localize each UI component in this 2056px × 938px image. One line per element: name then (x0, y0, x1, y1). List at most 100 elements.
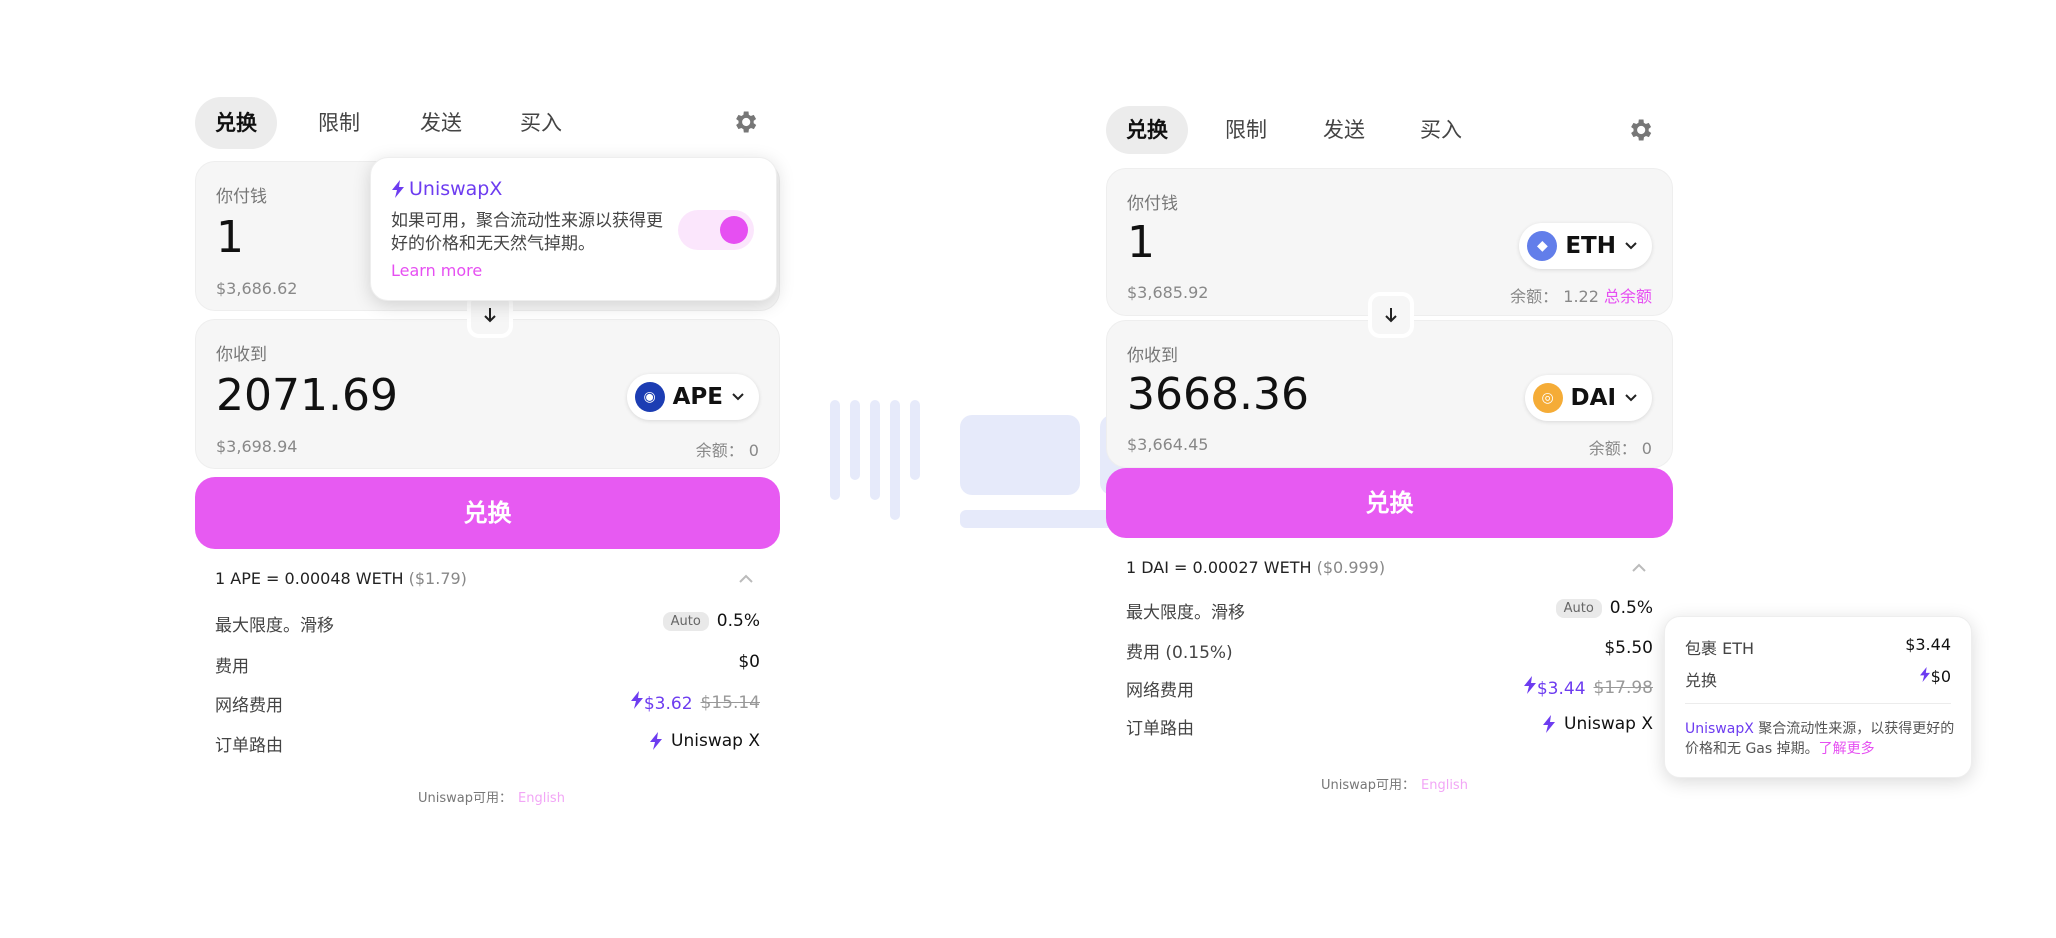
rate-usd: ($0.999) (1316, 558, 1386, 577)
slippage-auto-badge[interactable]: Auto (662, 611, 709, 631)
token-name: ETH (1565, 233, 1616, 259)
token-name: APE (672, 384, 723, 410)
receive-card[interactable]: 你收到 3668.36 ◎ DAI $3,664.45 余额： 0 (1106, 320, 1673, 468)
slippage-value: 0.5% (1609, 598, 1653, 618)
tab-limit[interactable]: 限制 (1205, 106, 1287, 154)
token-selector-eth[interactable]: ◆ ETH (1519, 223, 1652, 269)
tab-send[interactable]: 发送 (1303, 106, 1385, 154)
chevron-up-icon[interactable] (1631, 560, 1647, 576)
order-route-value[interactable]: Uniswap X (1542, 714, 1653, 734)
swap-tabs: 兑换 限制 发送 买入 (1106, 106, 1673, 158)
tab-buy[interactable]: 买入 (1400, 106, 1482, 154)
ape-coin-icon: ◉ (634, 382, 665, 412)
chevron-down-icon (1625, 394, 1637, 402)
tab-swap[interactable]: 兑换 (1106, 106, 1188, 154)
tooltip-wrap-row: 包裹 ETH $3.44 (1685, 635, 1951, 658)
slippage-value: 0.5% (716, 611, 760, 631)
swap-tabs: 兑换 限制 发送 买入 (195, 97, 780, 149)
slippage-auto-badge[interactable]: Auto (1555, 598, 1602, 618)
arrow-down-icon (1385, 308, 1397, 323)
receive-usd-value: $3,664.45 (1127, 435, 1209, 454)
wrap-eth-value: $3.44 (1905, 635, 1951, 654)
receive-amount-input[interactable]: 2071.69 (216, 370, 398, 421)
pay-amount-input[interactable]: 1 (1127, 217, 1155, 268)
token-name: DAI (1570, 385, 1616, 411)
order-route-row: 订单路由 Uniswap X (1126, 714, 1653, 740)
lightning-icon (1523, 676, 1536, 694)
order-route-label: 订单路由 (215, 736, 283, 756)
left-swap-panel: 兑换 限制 发送 买入 你付钱 1 $3,686.62 你收到 2071.69 … (195, 97, 780, 817)
network-fee-value[interactable]: $3.44 (1523, 676, 1586, 699)
gear-icon[interactable] (1626, 116, 1654, 144)
token-selector-dai[interactable]: ◎ DAI (1524, 375, 1652, 421)
network-fee-row: 网络费用 $3.62 $15.14 (215, 691, 760, 717)
rate-text: 1 DAI = 0.00027 WETH (1126, 558, 1312, 577)
ethereum-icon: ◆ (1527, 231, 1558, 261)
receive-label: 你收到 (1127, 346, 1178, 366)
tooltip-brand: UniswapX (1685, 721, 1754, 737)
rate-usd: ($1.79) (408, 569, 467, 588)
exchange-rate: 1 DAI = 0.00027 WETH ($0.999) (1126, 558, 1385, 577)
lightning-icon (650, 732, 663, 750)
learn-more-link[interactable]: Learn more (391, 261, 482, 280)
wrap-eth-label: 包裹 ETH (1685, 639, 1755, 658)
switch-direction-button[interactable] (1368, 292, 1414, 338)
chevron-down-icon (1625, 242, 1637, 250)
pay-usd-value: $3,686.62 (216, 279, 298, 298)
popup-description: 如果可用，聚合流动性来源以获得更好的价格和无天然气掉期。 (391, 211, 663, 254)
network-fee-label: 网络费用 (1126, 681, 1194, 701)
gear-icon[interactable] (731, 108, 759, 136)
swap-button[interactable]: 兑换 (1106, 468, 1673, 538)
toggle-knob (720, 216, 748, 244)
tab-buy[interactable]: 买入 (500, 97, 582, 149)
network-fee-label: 网络费用 (215, 696, 283, 716)
language-link[interactable]: English (1421, 778, 1468, 793)
arrow-down-icon (484, 308, 496, 323)
footer-language: Uniswap可用： English (1321, 774, 1468, 793)
pay-balance: 余额： 1.22 总余额 (1510, 287, 1652, 306)
dai-icon: ◎ (1532, 383, 1563, 413)
slippage-row: 最大限度。滑移 Auto 0.5% (215, 611, 760, 637)
tooltip-description: UniswapX 聚合流动性来源，以获得更好的价格和无 Gas 掉期。了解更多 (1685, 719, 1955, 759)
network-fee-row: 网络费用 $3.44 $17.98 (1126, 676, 1653, 702)
language-link[interactable]: English (518, 791, 565, 806)
tab-limit[interactable]: 限制 (298, 97, 380, 149)
footer-language: Uniswap可用： English (418, 787, 565, 806)
popup-title: UniswapX (391, 178, 502, 200)
network-fee-old: $17.98 (1593, 677, 1653, 698)
lightning-icon (1543, 715, 1556, 733)
order-route-value[interactable]: Uniswap X (649, 731, 760, 751)
fee-row: 费用 (0.15%) $5.50 (1126, 638, 1653, 664)
chevron-up-icon[interactable] (738, 571, 754, 587)
receive-balance: 余额： 0 (1588, 439, 1652, 458)
slippage-label: 最大限度。滑移 (215, 616, 334, 636)
network-fee-tooltip: 包裹 ETH $3.44 兑换 $0 UniswapX 聚合流动性来源，以获得更… (1664, 616, 1972, 778)
pay-label: 你付钱 (216, 187, 267, 207)
slippage-label: 最大限度。滑移 (1126, 603, 1245, 623)
learn-more-link[interactable]: 了解更多 (1819, 741, 1875, 757)
receive-usd-value: $3,698.94 (216, 437, 298, 456)
pay-amount-input[interactable]: 1 (216, 212, 244, 263)
tooltip-swap-row: 兑换 $0 (1685, 667, 1951, 690)
footer-text: Uniswap可用： (418, 791, 512, 806)
right-swap-panel: 兑换 限制 发送 买入 你付钱 1 ◆ ETH $3,685.92 余额： 1.… (1106, 106, 1673, 806)
tooltip-swap-label: 兑换 (1685, 671, 1718, 690)
tab-send[interactable]: 发送 (400, 97, 482, 149)
network-fee-old: $15.14 (700, 692, 760, 713)
tooltip-swap-value: $0 (1919, 667, 1951, 686)
receive-card[interactable]: 你收到 2071.69 ◉ APE $3,698.94 余额： 0 (195, 319, 780, 469)
fee-label: 费用 (215, 657, 249, 677)
tab-swap[interactable]: 兑换 (195, 97, 277, 149)
max-balance-button[interactable]: 总余额 (1604, 287, 1652, 306)
receive-amount-input[interactable]: 3668.36 (1127, 369, 1309, 420)
footer-text: Uniswap可用： (1321, 778, 1415, 793)
token-selector-ape[interactable]: ◉ APE (626, 374, 759, 420)
lightning-icon (392, 180, 404, 198)
swap-button[interactable]: 兑换 (195, 477, 780, 549)
uniswapx-toggle[interactable] (678, 210, 754, 250)
pay-label: 你付钱 (1127, 194, 1178, 214)
receive-label: 你收到 (216, 345, 267, 365)
chevron-down-icon (732, 393, 744, 401)
uniswapx-popup: UniswapX 如果可用，聚合流动性来源以获得更好的价格和无天然气掉期。 Le… (370, 157, 777, 301)
order-route-row: 订单路由 Uniswap X (215, 731, 760, 757)
